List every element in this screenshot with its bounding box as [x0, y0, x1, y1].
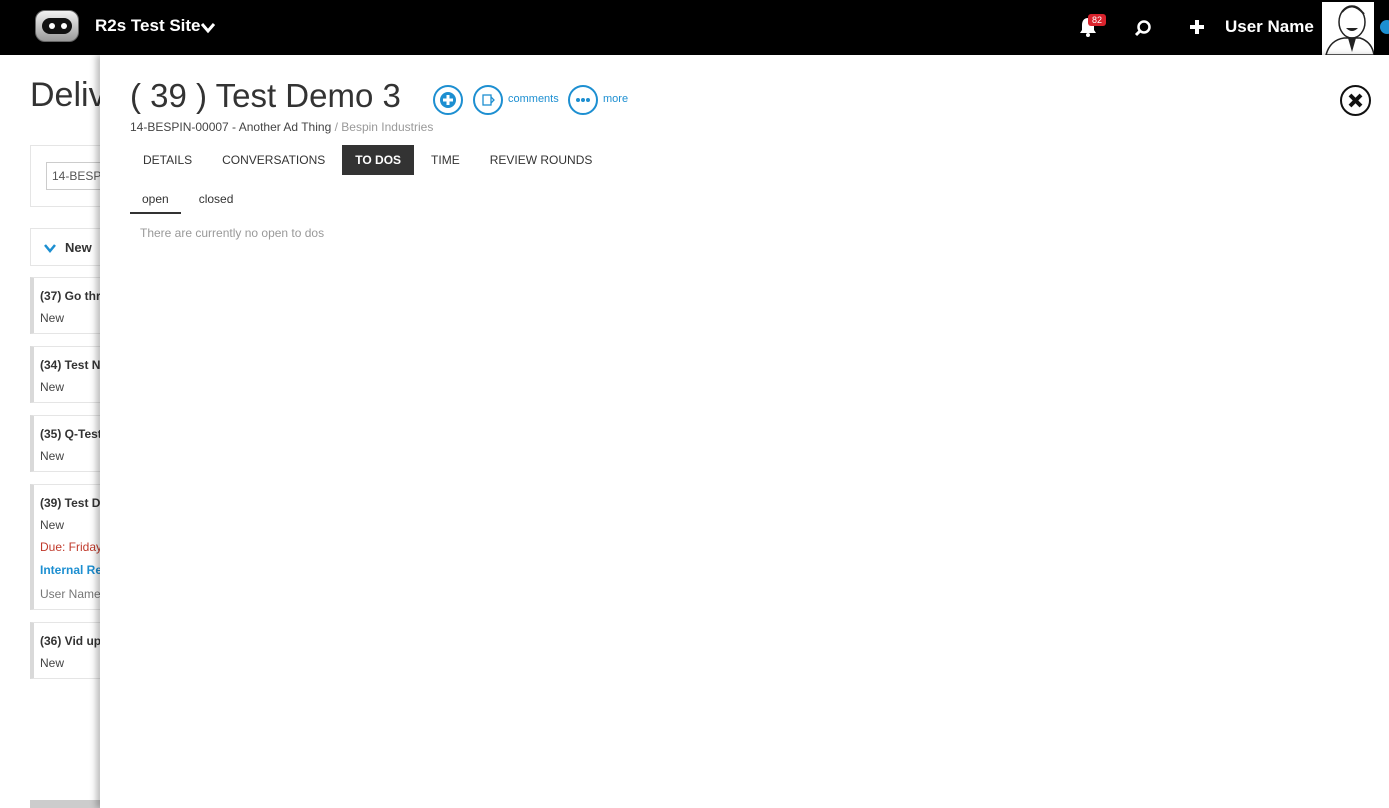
- list-item[interactable]: [30, 415, 110, 472]
- client-link[interactable]: / Bespin Industries: [335, 120, 434, 134]
- card-title: (39) Test D: [40, 496, 101, 510]
- bottom-bar: [30, 800, 110, 808]
- user-avatar[interactable]: [1322, 2, 1374, 55]
- more-dots-icon: [576, 98, 590, 102]
- todo-filter-tabs: open closed: [130, 190, 251, 214]
- close-panel-button[interactable]: [1340, 85, 1371, 116]
- notification-count-badge: 82: [1088, 14, 1107, 26]
- job-ref-text: 14-BESPIN-00007 - Another Ad Thing: [130, 120, 332, 134]
- card-due-date: Due: Friday: [40, 540, 103, 554]
- tab-details[interactable]: DETAILS: [130, 145, 205, 175]
- subtab-open[interactable]: open: [130, 190, 181, 214]
- close-icon: [1348, 93, 1363, 108]
- site-name[interactable]: R2s Test Site: [95, 16, 201, 36]
- card-title: (35) Q-Test: [40, 427, 102, 441]
- status-indicator-icon: [1380, 20, 1389, 34]
- top-navigation-bar: R2s Test Site 82 User Name: [0, 0, 1389, 55]
- comments-label[interactable]: comments: [508, 93, 559, 105]
- comments-button[interactable]: [473, 85, 503, 115]
- card-title: (37) Go thr: [40, 289, 101, 303]
- robot-logo-icon[interactable]: [35, 10, 79, 42]
- add-icon[interactable]: [1189, 19, 1205, 35]
- chevron-down-icon[interactable]: [200, 21, 216, 35]
- card-link[interactable]: Internal Re: [40, 563, 102, 577]
- page-title: Deliv: [30, 76, 106, 114]
- list-item[interactable]: [30, 346, 110, 403]
- card-assignee: User Name: [40, 587, 101, 601]
- card-status: New: [40, 449, 65, 463]
- add-button[interactable]: [433, 85, 463, 115]
- subtab-closed[interactable]: closed: [187, 190, 246, 214]
- tab-conversations[interactable]: CONVERSATIONS: [209, 145, 338, 175]
- tab-review-rounds[interactable]: REVIEW ROUNDS: [477, 145, 606, 175]
- job-reference: 14-BESPIN-00007 - Another Ad Thing / Bes…: [130, 120, 433, 134]
- chevron-down-icon[interactable]: [44, 243, 56, 253]
- card-title: (36) Vid up: [40, 634, 102, 648]
- status-group-label: New: [65, 240, 92, 255]
- card-status: New: [40, 380, 65, 394]
- plus-icon: [440, 92, 456, 108]
- user-name[interactable]: User Name: [1225, 17, 1314, 37]
- comment-icon: [482, 94, 495, 106]
- card-title: (34) Test N: [40, 358, 101, 372]
- list-item[interactable]: [30, 277, 110, 334]
- list-item[interactable]: [30, 622, 110, 679]
- tab-to-dos[interactable]: TO DOS: [342, 145, 415, 175]
- panel-tabs: DETAILS CONVERSATIONS TO DOS TIME REVIEW…: [130, 145, 609, 175]
- card-status: New: [40, 518, 65, 532]
- empty-state-message: There are currently no open to dos: [140, 226, 325, 240]
- job-detail-panel: ( 39 ) Test Demo 3 comments more 14-BESP…: [100, 55, 1389, 808]
- more-label[interactable]: more: [603, 93, 628, 105]
- search-icon[interactable]: [1134, 19, 1152, 37]
- more-button[interactable]: [568, 85, 598, 115]
- job-title: ( 39 ) Test Demo 3: [130, 77, 401, 114]
- card-status: New: [40, 311, 65, 325]
- card-status: New: [40, 656, 65, 670]
- tab-time[interactable]: TIME: [418, 145, 473, 175]
